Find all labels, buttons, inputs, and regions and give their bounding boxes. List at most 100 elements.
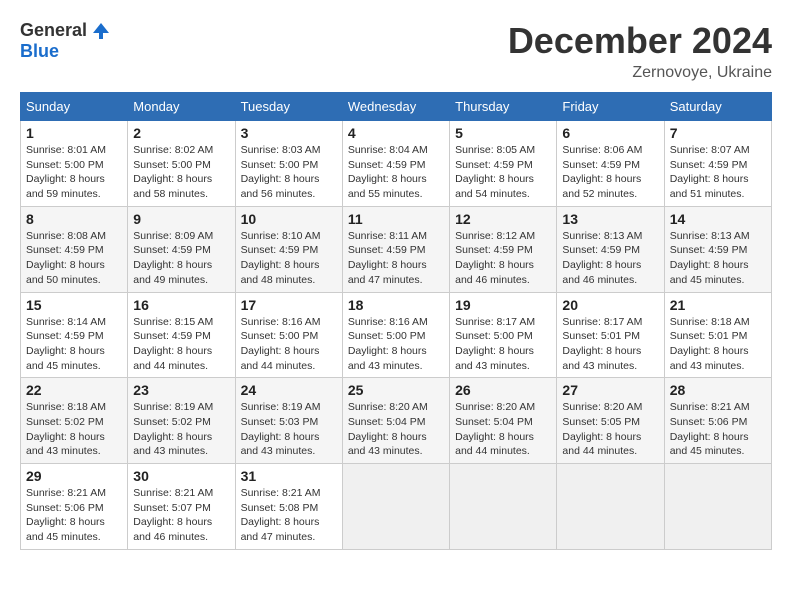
- day-number: 10: [241, 211, 337, 227]
- day-info: Sunrise: 8:21 AM Sunset: 5:08 PM Dayligh…: [241, 486, 337, 545]
- day-info: Sunrise: 8:03 AM Sunset: 5:00 PM Dayligh…: [241, 143, 337, 202]
- calendar-cell: 17 Sunrise: 8:16 AM Sunset: 5:00 PM Dayl…: [235, 292, 342, 378]
- day-info: Sunrise: 8:16 AM Sunset: 5:00 PM Dayligh…: [348, 315, 444, 374]
- calendar-cell: 7 Sunrise: 8:07 AM Sunset: 4:59 PM Dayli…: [664, 121, 771, 207]
- calendar-week-row: 15 Sunrise: 8:14 AM Sunset: 4:59 PM Dayl…: [21, 292, 772, 378]
- day-info: Sunrise: 8:07 AM Sunset: 4:59 PM Dayligh…: [670, 143, 766, 202]
- day-info: Sunrise: 8:17 AM Sunset: 5:00 PM Dayligh…: [455, 315, 551, 374]
- day-info: Sunrise: 8:18 AM Sunset: 5:01 PM Dayligh…: [670, 315, 766, 374]
- calendar-cell: 26 Sunrise: 8:20 AM Sunset: 5:04 PM Dayl…: [450, 378, 557, 464]
- column-header-thursday: Thursday: [450, 93, 557, 121]
- day-number: 18: [348, 297, 444, 313]
- calendar-week-row: 1 Sunrise: 8:01 AM Sunset: 5:00 PM Dayli…: [21, 121, 772, 207]
- calendar-cell: 25 Sunrise: 8:20 AM Sunset: 5:04 PM Dayl…: [342, 378, 449, 464]
- calendar-week-row: 8 Sunrise: 8:08 AM Sunset: 4:59 PM Dayli…: [21, 206, 772, 292]
- day-number: 11: [348, 211, 444, 227]
- day-info: Sunrise: 8:08 AM Sunset: 4:59 PM Dayligh…: [26, 229, 122, 288]
- day-number: 1: [26, 125, 122, 141]
- calendar-cell: 4 Sunrise: 8:04 AM Sunset: 4:59 PM Dayli…: [342, 121, 449, 207]
- day-info: Sunrise: 8:19 AM Sunset: 5:03 PM Dayligh…: [241, 400, 337, 459]
- day-number: 6: [562, 125, 658, 141]
- calendar-cell: [664, 464, 771, 550]
- day-info: Sunrise: 8:02 AM Sunset: 5:00 PM Dayligh…: [133, 143, 229, 202]
- day-number: 7: [670, 125, 766, 141]
- day-number: 8: [26, 211, 122, 227]
- calendar-cell: 12 Sunrise: 8:12 AM Sunset: 4:59 PM Dayl…: [450, 206, 557, 292]
- title-block: December 2024 Zernovoye, Ukraine: [508, 20, 772, 82]
- calendar-cell: [557, 464, 664, 550]
- day-number: 5: [455, 125, 551, 141]
- calendar-cell: 23 Sunrise: 8:19 AM Sunset: 5:02 PM Dayl…: [128, 378, 235, 464]
- day-info: Sunrise: 8:16 AM Sunset: 5:00 PM Dayligh…: [241, 315, 337, 374]
- page-header: General Blue December 2024 Zernovoye, Uk…: [20, 20, 772, 82]
- calendar-table: SundayMondayTuesdayWednesdayThursdayFrid…: [20, 92, 772, 550]
- day-number: 23: [133, 382, 229, 398]
- day-info: Sunrise: 8:11 AM Sunset: 4:59 PM Dayligh…: [348, 229, 444, 288]
- day-number: 24: [241, 382, 337, 398]
- day-number: 19: [455, 297, 551, 313]
- calendar-cell: 19 Sunrise: 8:17 AM Sunset: 5:00 PM Dayl…: [450, 292, 557, 378]
- location-subtitle: Zernovoye, Ukraine: [508, 64, 772, 82]
- calendar-cell: 14 Sunrise: 8:13 AM Sunset: 4:59 PM Dayl…: [664, 206, 771, 292]
- calendar-cell: 18 Sunrise: 8:16 AM Sunset: 5:00 PM Dayl…: [342, 292, 449, 378]
- calendar-cell: 3 Sunrise: 8:03 AM Sunset: 5:00 PM Dayli…: [235, 121, 342, 207]
- day-number: 31: [241, 468, 337, 484]
- day-number: 17: [241, 297, 337, 313]
- column-header-friday: Friday: [557, 93, 664, 121]
- day-info: Sunrise: 8:20 AM Sunset: 5:04 PM Dayligh…: [348, 400, 444, 459]
- day-info: Sunrise: 8:09 AM Sunset: 4:59 PM Dayligh…: [133, 229, 229, 288]
- day-number: 2: [133, 125, 229, 141]
- day-number: 9: [133, 211, 229, 227]
- day-number: 16: [133, 297, 229, 313]
- calendar-cell: [450, 464, 557, 550]
- calendar-cell: 21 Sunrise: 8:18 AM Sunset: 5:01 PM Dayl…: [664, 292, 771, 378]
- calendar-cell: [342, 464, 449, 550]
- day-info: Sunrise: 8:21 AM Sunset: 5:06 PM Dayligh…: [26, 486, 122, 545]
- calendar-cell: 13 Sunrise: 8:13 AM Sunset: 4:59 PM Dayl…: [557, 206, 664, 292]
- calendar-cell: 24 Sunrise: 8:19 AM Sunset: 5:03 PM Dayl…: [235, 378, 342, 464]
- calendar-cell: 31 Sunrise: 8:21 AM Sunset: 5:08 PM Dayl…: [235, 464, 342, 550]
- calendar-cell: 16 Sunrise: 8:15 AM Sunset: 4:59 PM Dayl…: [128, 292, 235, 378]
- day-number: 22: [26, 382, 122, 398]
- month-year-title: December 2024: [508, 20, 772, 62]
- column-header-monday: Monday: [128, 93, 235, 121]
- day-number: 27: [562, 382, 658, 398]
- day-info: Sunrise: 8:19 AM Sunset: 5:02 PM Dayligh…: [133, 400, 229, 459]
- logo-general-text: General: [20, 20, 87, 41]
- column-header-saturday: Saturday: [664, 93, 771, 121]
- day-number: 28: [670, 382, 766, 398]
- calendar-cell: 6 Sunrise: 8:06 AM Sunset: 4:59 PM Dayli…: [557, 121, 664, 207]
- day-info: Sunrise: 8:05 AM Sunset: 4:59 PM Dayligh…: [455, 143, 551, 202]
- calendar-cell: 30 Sunrise: 8:21 AM Sunset: 5:07 PM Dayl…: [128, 464, 235, 550]
- calendar-header-row: SundayMondayTuesdayWednesdayThursdayFrid…: [21, 93, 772, 121]
- day-number: 15: [26, 297, 122, 313]
- day-info: Sunrise: 8:15 AM Sunset: 4:59 PM Dayligh…: [133, 315, 229, 374]
- day-number: 30: [133, 468, 229, 484]
- day-number: 13: [562, 211, 658, 227]
- day-info: Sunrise: 8:13 AM Sunset: 4:59 PM Dayligh…: [562, 229, 658, 288]
- day-info: Sunrise: 8:21 AM Sunset: 5:07 PM Dayligh…: [133, 486, 229, 545]
- day-info: Sunrise: 8:12 AM Sunset: 4:59 PM Dayligh…: [455, 229, 551, 288]
- day-info: Sunrise: 8:04 AM Sunset: 4:59 PM Dayligh…: [348, 143, 444, 202]
- calendar-cell: 5 Sunrise: 8:05 AM Sunset: 4:59 PM Dayli…: [450, 121, 557, 207]
- day-info: Sunrise: 8:20 AM Sunset: 5:04 PM Dayligh…: [455, 400, 551, 459]
- day-number: 26: [455, 382, 551, 398]
- calendar-cell: 27 Sunrise: 8:20 AM Sunset: 5:05 PM Dayl…: [557, 378, 664, 464]
- day-info: Sunrise: 8:18 AM Sunset: 5:02 PM Dayligh…: [26, 400, 122, 459]
- calendar-cell: 22 Sunrise: 8:18 AM Sunset: 5:02 PM Dayl…: [21, 378, 128, 464]
- calendar-cell: 29 Sunrise: 8:21 AM Sunset: 5:06 PM Dayl…: [21, 464, 128, 550]
- day-number: 14: [670, 211, 766, 227]
- day-info: Sunrise: 8:13 AM Sunset: 4:59 PM Dayligh…: [670, 229, 766, 288]
- calendar-cell: 11 Sunrise: 8:11 AM Sunset: 4:59 PM Dayl…: [342, 206, 449, 292]
- logo-icon: [91, 21, 111, 41]
- day-number: 12: [455, 211, 551, 227]
- column-header-sunday: Sunday: [21, 93, 128, 121]
- calendar-week-row: 22 Sunrise: 8:18 AM Sunset: 5:02 PM Dayl…: [21, 378, 772, 464]
- day-info: Sunrise: 8:17 AM Sunset: 5:01 PM Dayligh…: [562, 315, 658, 374]
- calendar-cell: 9 Sunrise: 8:09 AM Sunset: 4:59 PM Dayli…: [128, 206, 235, 292]
- calendar-cell: 2 Sunrise: 8:02 AM Sunset: 5:00 PM Dayli…: [128, 121, 235, 207]
- calendar-cell: 28 Sunrise: 8:21 AM Sunset: 5:06 PM Dayl…: [664, 378, 771, 464]
- day-number: 4: [348, 125, 444, 141]
- day-info: Sunrise: 8:01 AM Sunset: 5:00 PM Dayligh…: [26, 143, 122, 202]
- calendar-cell: 1 Sunrise: 8:01 AM Sunset: 5:00 PM Dayli…: [21, 121, 128, 207]
